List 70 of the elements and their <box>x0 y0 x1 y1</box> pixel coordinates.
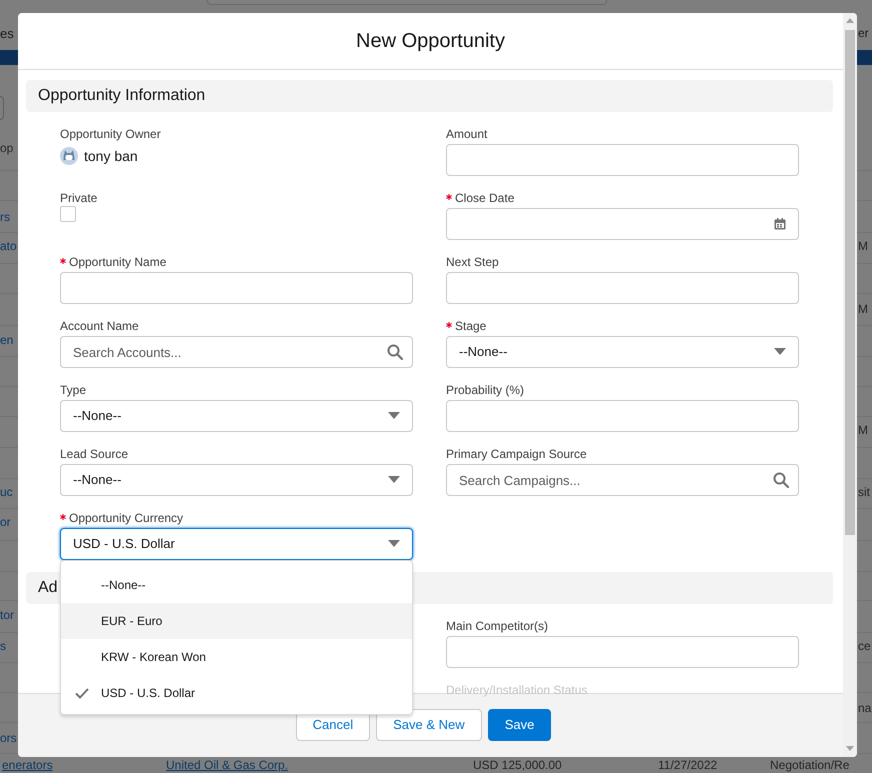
search-field[interactable]: Search Accounts... <box>60 336 413 368</box>
scrollbar[interactable] <box>843 13 857 757</box>
input-field[interactable] <box>446 400 799 432</box>
record-link[interactable]: United Oil & Gas Corp. <box>166 758 288 772</box>
record-link[interactable]: ato <box>0 238 17 254</box>
field-label: Lead Source <box>60 446 128 463</box>
select-field[interactable]: USD - U.S. Dollar <box>60 528 413 560</box>
field-label: Account Name <box>60 318 139 335</box>
modal-title: New Opportunity <box>356 29 505 54</box>
record-link[interactable]: tor <box>0 607 14 623</box>
scroll-up-icon <box>846 18 854 23</box>
table-cell: ce <box>858 638 871 654</box>
field-label: Opportunity Owner <box>60 126 161 143</box>
table-cell: USD 125,000.00 <box>473 758 562 772</box>
field-label: Next Step <box>446 254 499 271</box>
owner-name[interactable]: tony ban <box>84 146 138 166</box>
field-label: Main Competitor(s) <box>446 618 548 635</box>
input-field[interactable] <box>446 636 799 668</box>
field-label: Delivery/Installation Status <box>446 682 588 699</box>
table-cell: Negotiation/Re <box>770 758 850 772</box>
table-cell: M <box>858 301 868 317</box>
field-label: Stage <box>455 318 486 335</box>
nav-tab[interactable]: es <box>0 24 14 44</box>
menu-option[interactable]: EUR - Euro <box>61 603 412 639</box>
section-title: Ad <box>38 578 58 598</box>
select-field[interactable]: --None-- <box>446 336 799 368</box>
record-link[interactable]: en <box>0 332 14 348</box>
field-label: Opportunity Currency <box>69 510 184 527</box>
field-label: Type <box>60 382 86 399</box>
menu-option[interactable]: --None-- <box>61 567 412 603</box>
calendar-icon <box>774 218 786 230</box>
record-link[interactable]: s <box>0 638 6 654</box>
list-label: op <box>0 140 14 157</box>
field-label: Opportunity Name <box>69 254 166 271</box>
caret-icon <box>388 412 400 420</box>
table-cell: M <box>858 238 868 254</box>
menu-option[interactable]: KRW - Korean Won <box>61 639 412 675</box>
record-link[interactable]: or <box>0 514 11 530</box>
menu-option[interactable]: USD - U.S. Dollar <box>61 675 412 711</box>
record-link[interactable]: enerators <box>2 758 53 772</box>
input-field[interactable] <box>446 144 799 176</box>
select-field[interactable]: --None-- <box>60 464 413 496</box>
search-icon <box>773 472 789 488</box>
select-field[interactable]: --None-- <box>60 400 413 432</box>
field-label: Primary Campaign Source <box>446 446 587 463</box>
record-link[interactable]: uc <box>0 484 13 500</box>
table-cell: M <box>858 422 868 438</box>
field-label: Amount <box>446 126 488 143</box>
table-cell: 11/27/2022 <box>658 758 718 772</box>
input-field[interactable] <box>60 272 413 304</box>
search-field[interactable]: Search Campaigns... <box>446 464 799 496</box>
save-button[interactable]: Save <box>488 709 552 741</box>
scroll-down-icon <box>846 746 854 751</box>
scrollbar-thumb[interactable] <box>845 30 855 535</box>
caret-icon <box>388 476 400 484</box>
table-cell: sit <box>858 484 870 500</box>
field-label: Close Date <box>455 190 514 207</box>
checkbox[interactable] <box>60 206 76 222</box>
date-field[interactable] <box>446 208 799 240</box>
table-cell: na <box>858 700 872 716</box>
nav-tab[interactable]: er <box>858 24 869 42</box>
section-title: Opportunity Information <box>38 86 206 106</box>
input-field[interactable] <box>446 272 799 304</box>
record-link[interactable]: ors <box>0 730 17 746</box>
field-label: Probability (%) <box>446 382 524 399</box>
record-link[interactable]: rs <box>0 209 10 225</box>
avatar-icon <box>60 147 78 165</box>
field-label: Private <box>60 190 98 207</box>
footer-button[interactable]: Save & New <box>376 709 482 741</box>
search-icon <box>387 344 403 360</box>
